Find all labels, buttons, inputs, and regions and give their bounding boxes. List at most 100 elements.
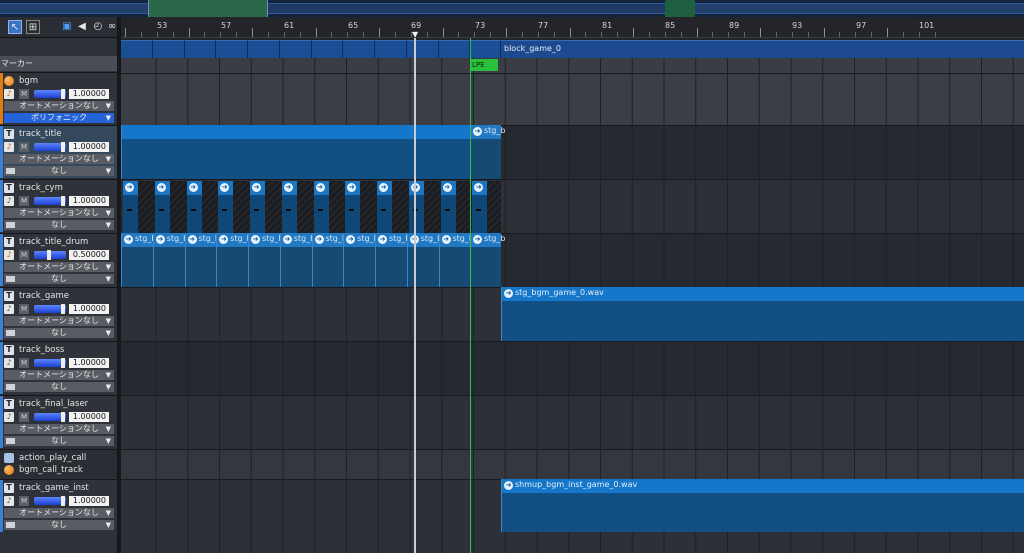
aux-dropdown[interactable]: なし ▼: [4, 274, 114, 284]
automation-dropdown[interactable]: オートメーションなし ▼: [4, 316, 114, 326]
track-action-play-call[interactable]: action_play_call bgm_call_track: [0, 449, 117, 478]
block-cell[interactable]: [184, 40, 217, 58]
aux-dropdown[interactable]: なし ▼: [4, 328, 114, 338]
note-icon[interactable]: ♪: [4, 357, 14, 368]
clip-title-drum[interactable]: ➜stg_bgm_title: [216, 233, 248, 287]
mute-button[interactable]: M: [19, 249, 29, 260]
clip-game[interactable]: ➜ stg_bgm_game_0.wav: [501, 287, 1024, 341]
note-icon[interactable]: ♪: [4, 141, 14, 152]
clip-cym[interactable]: ➜: [250, 181, 265, 233]
clip-cym[interactable]: ➜: [218, 181, 234, 233]
mute-button[interactable]: M: [19, 195, 29, 206]
track-boss[interactable]: T track_boss ♪ M 1.00000 オートメーションなし ▼ なし ▼: [0, 341, 117, 394]
playhead-marker-icon[interactable]: ▼: [412, 30, 418, 37]
block-cell[interactable]: [311, 40, 344, 58]
mute-button[interactable]: M: [19, 88, 29, 99]
clip-title-next[interactable]: ➜ stg_b: [470, 125, 505, 179]
note-icon[interactable]: ♪: [4, 249, 14, 260]
automation-dropdown[interactable]: オートメーションなし ▼: [4, 208, 114, 218]
block-cell[interactable]: [470, 40, 501, 58]
speaker-icon[interactable]: ◀: [75, 20, 89, 34]
clip-drum-next[interactable]: ➜ stg_b: [470, 233, 505, 287]
block-cell[interactable]: [248, 40, 280, 58]
clip-cym[interactable]: ➜: [281, 181, 297, 233]
aux-dropdown[interactable]: なし ▼: [4, 382, 114, 392]
mute-button[interactable]: M: [19, 141, 29, 152]
overview-view-frame[interactable]: [148, 0, 268, 17]
aux-dropdown[interactable]: なし ▼: [4, 520, 114, 530]
block-cell[interactable]: [279, 40, 312, 58]
track-final-laser[interactable]: T track_final_laser ♪ M 1.00000 オートメーション…: [0, 395, 117, 448]
mute-button[interactable]: M: [19, 357, 29, 368]
mute-button[interactable]: M: [19, 411, 29, 422]
poly-dropdown[interactable]: ポリフォニック ▼: [4, 113, 114, 123]
clip-cym[interactable]: ➜: [154, 181, 170, 233]
block-cell[interactable]: [121, 40, 153, 58]
clip-title-drum[interactable]: ➜stg_bgm_title: [438, 233, 470, 287]
volume-slider[interactable]: [34, 495, 66, 506]
volume-slider[interactable]: [34, 303, 66, 314]
record-icon[interactable]: ▣: [60, 20, 74, 34]
clip-title-drum[interactable]: ➜stg_bgm_title: [279, 233, 312, 287]
clip-cym[interactable]: ➜: [408, 181, 424, 233]
automation-dropdown[interactable]: オートメーションなし ▼: [4, 508, 114, 518]
block-cell[interactable]: [375, 40, 407, 58]
volume-value[interactable]: 1.00000: [69, 495, 109, 506]
mute-button[interactable]: M: [19, 495, 29, 506]
note-icon[interactable]: ♪: [4, 303, 14, 314]
note-icon[interactable]: ♪: [4, 411, 14, 422]
volume-value[interactable]: 0.50000: [69, 249, 109, 260]
note-icon[interactable]: ♪: [4, 495, 14, 506]
timeline-ruler[interactable]: 53 57 61 65 69 73 77 81 85 89 93 97 101 ▼: [121, 17, 1024, 38]
clip-cym[interactable]: ➜: [313, 181, 329, 233]
volume-value[interactable]: 1.00000: [69, 411, 109, 422]
block-cell[interactable]: [406, 40, 439, 58]
note-icon[interactable]: ♪: [4, 88, 14, 99]
automation-dropdown[interactable]: オートメーションなし ▼: [4, 154, 114, 164]
block-cell[interactable]: [438, 40, 471, 58]
clip-cym[interactable]: ➜: [345, 181, 361, 233]
overview-strip[interactable]: [0, 0, 1024, 17]
automation-dropdown[interactable]: オートメーションなし ▼: [4, 262, 114, 272]
clip-title-drum[interactable]: ➜stg_bgm_title: [406, 233, 439, 287]
volume-slider[interactable]: [34, 195, 66, 206]
track-title[interactable]: T track_title ♪ M 1.00000 オートメーションなし ▼ なし…: [0, 125, 117, 178]
clip-title-drum[interactable]: ➜stg_bgm_title: [248, 233, 280, 287]
clip-title-drum[interactable]: ➜stg_bgm_title: [343, 233, 375, 287]
timeline-canvas[interactable]: block_game_0 LPE ➜ stg_b ➜➜➜➜➜➜➜➜➜➜➜➜ ➜s…: [121, 38, 1024, 553]
lpe-marker[interactable]: LPE: [470, 59, 498, 71]
mute-button[interactable]: M: [19, 303, 29, 314]
clip-title-drum[interactable]: ➜stg_bgm_title: [152, 233, 185, 287]
clip-cym[interactable]: ➜: [377, 181, 392, 233]
block-cell[interactable]: [343, 40, 375, 58]
track-game[interactable]: T track_game ♪ M 1.00000 オートメーションなし ▼ なし ▼: [0, 287, 117, 340]
volume-slider[interactable]: [34, 88, 66, 99]
volume-slider[interactable]: [34, 357, 66, 368]
clip-game-inst[interactable]: ➜ shmup_bgm_inst_game_0.wav: [501, 479, 1024, 532]
volume-value[interactable]: 1.00000: [69, 357, 109, 368]
timer-icon[interactable]: ◴: [91, 20, 105, 34]
pointer-icon[interactable]: ↖: [8, 20, 22, 34]
volume-slider[interactable]: [34, 249, 66, 260]
clip-title-drum[interactable]: ➜stg_bgm_title: [311, 233, 344, 287]
clip-cym[interactable]: ➜: [123, 181, 138, 233]
clip-cym[interactable]: ➜: [472, 181, 488, 233]
track-cym[interactable]: T track_cym ♪ M 1.00000 オートメーションなし ▼ なし ▼: [0, 179, 117, 232]
clip-cym[interactable]: ➜: [186, 181, 202, 233]
volume-slider[interactable]: [34, 141, 66, 152]
clip-title-drum[interactable]: ➜stg_bgm_title: [184, 233, 217, 287]
clip-cym[interactable]: ➜: [440, 181, 456, 233]
volume-value[interactable]: 1.00000: [69, 195, 109, 206]
automation-dropdown[interactable]: オートメーションなし ▼: [4, 101, 114, 111]
clip-title[interactable]: [121, 125, 470, 179]
block-cell[interactable]: [152, 40, 185, 58]
automation-dropdown[interactable]: オートメーションなし ▼: [4, 370, 114, 380]
clip-title-drum[interactable]: ➜stg_bgm_title: [375, 233, 407, 287]
block-cell[interactable]: [216, 40, 248, 58]
volume-value[interactable]: 1.00000: [69, 141, 109, 152]
note-icon[interactable]: ♪: [4, 195, 14, 206]
aux-dropdown[interactable]: なし ▼: [4, 436, 114, 446]
aux-dropdown[interactable]: なし ▼: [4, 220, 114, 230]
block-game-0[interactable]: [501, 40, 1024, 58]
track-bgm[interactable]: bgm ♪ M 1.00000 オートメーションなし ▼ ポリフォニック ▼: [0, 72, 117, 124]
